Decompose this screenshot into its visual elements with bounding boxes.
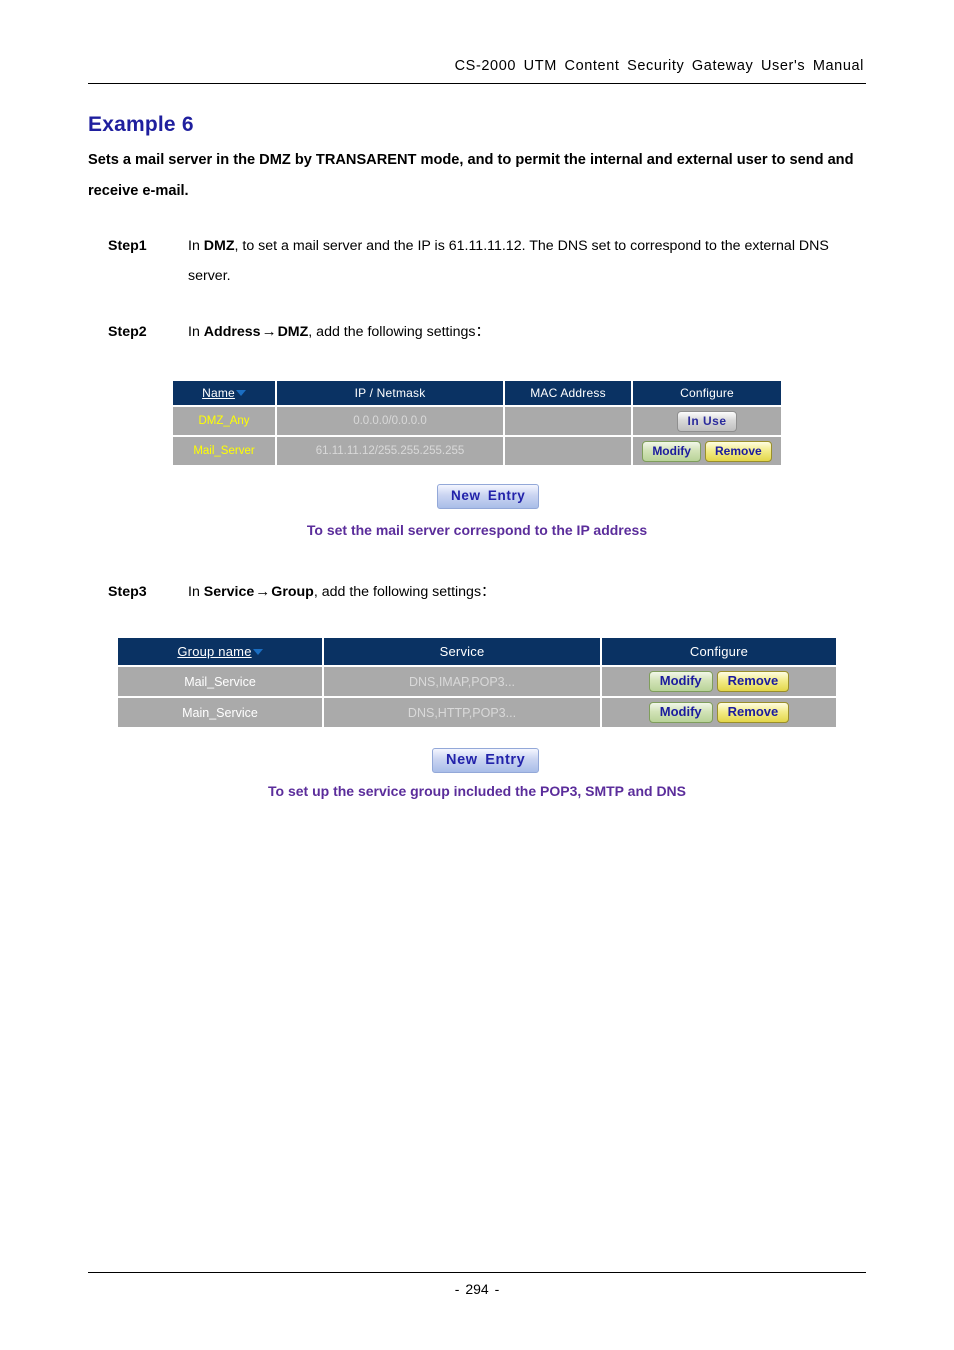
step-2-body: In Address→DMZ, add the following settin… [188,317,848,347]
page-header: CS-2000 UTM Content Security Gateway Use… [88,58,866,84]
column-header-group-name[interactable]: Group name [118,638,324,667]
step-2-bold-dmz: DMZ [277,324,309,340]
step-2-bold-address: Address [203,324,261,340]
page-number: - 294 - [454,1281,500,1297]
step-1-body: In DMZ, to set a mail server and the IP … [188,231,848,291]
remove-button[interactable]: Remove [716,671,790,692]
header-divider [88,83,866,84]
column-header-configure: Configure [633,381,781,407]
modify-button[interactable]: Modify [642,440,701,462]
table-row: Main_Service DNS,HTTP,POP3... Modify Remo… [118,698,836,727]
dmz-address-table: Name IP / Netmask MAC Address Configure … [173,381,781,465]
page-title: Example 6 [88,113,194,136]
sort-descending-caret-icon[interactable] [235,389,246,396]
column-header-service: Service [324,638,602,667]
column-header-mac-address: MAC Address [505,381,633,407]
step-1: Step1 In DMZ, to set a mail server and t… [108,231,848,291]
footer-divider [88,1272,866,1273]
step-2-text: , add the following settings： [308,324,490,340]
step-3: Step3 In Service→Group, add the followin… [108,577,848,607]
figure-caption-address: To set the mail server correspond to the… [306,522,648,538]
column-header-ip-netmask: IP / Netmask [277,381,505,407]
cell-service: DNS,HTTP,POP3... [324,698,602,727]
sort-link-name[interactable]: Name [202,386,235,400]
step-2: Step2 In Address→DMZ, add the following … [108,317,848,347]
new-entry-button-address[interactable]: New Entry [437,484,540,509]
cell-service: DNS,IMAP,POP3... [324,667,602,698]
cell-ip-netmask: 61.11.11.12/255.255.255.255 [277,437,505,465]
step-1-text: , to set a mail server and the IP is 61.… [188,238,829,284]
step-3-text: , add the following settings： [313,584,496,600]
step-3-bold-service: Service [203,584,255,600]
dmz-address-table-header-row: Name IP / Netmask MAC Address Configure [173,381,781,407]
cell-mac-address [505,407,633,437]
table-row: Mail_Server 61.11.11.12/255.255.255.255 … [173,437,781,465]
page-subtitle: Sets a mail server in the DMZ by TRANSAR… [88,152,854,199]
figure-caption-service: To set up the service group included the… [268,783,686,799]
remove-button[interactable]: Remove [704,440,772,462]
step-2-label: Step2 [108,324,147,340]
step-2-arrow-icon: → [261,323,277,340]
cell-configure: Modify Remove [602,698,836,727]
cell-mac-address [505,437,633,465]
cell-ip-netmask: 0.0.0.0/0.0.0.0 [277,407,505,437]
cell-configure: Modify Remove [602,667,836,698]
cell-name: DMZ_Any [173,407,277,437]
table-row: DMZ_Any 0.0.0.0/0.0.0.0 In Use [173,407,781,437]
modify-button[interactable]: Modify [648,671,713,692]
cell-configure: Modify Remove [633,437,781,465]
step-2-prefix: In [188,324,204,340]
step-1-bold-dmz: DMZ [203,238,235,254]
step-3-body: In Service→Group, add the following sett… [188,577,848,607]
step-1-prefix: In [188,238,204,254]
sort-descending-caret-icon[interactable] [252,648,263,655]
document-page: CS-2000 UTM Content Security Gateway Use… [0,0,954,1350]
service-group-table-header-row: Group name Service Configure [118,638,836,667]
step-1-label: Step1 [108,238,147,254]
service-group-table: Group name Service Configure Mail_Servic… [118,638,836,727]
table-row: Mail_Service DNS,IMAP,POP3... Modify Remo… [118,667,836,698]
cell-group-name: Main_Service [118,698,324,727]
step-3-arrow-icon: → [255,583,271,600]
modify-button[interactable]: Modify [648,702,713,723]
manual-title: CS-2000 UTM Content Security Gateway Use… [454,58,864,74]
cell-name: Mail_Server [173,437,277,465]
step-3-prefix: In [188,584,204,600]
cell-configure: In Use [633,407,781,437]
new-entry-button-service[interactable]: New Entry [432,748,540,773]
step-3-label: Step3 [108,584,147,600]
cell-group-name: Mail_Service [118,667,324,698]
column-header-configure: Configure [602,638,836,667]
in-use-button[interactable]: In Use [677,410,737,432]
remove-button[interactable]: Remove [716,702,790,723]
sort-link-group-name[interactable]: Group name [177,644,251,659]
step-3-bold-group: Group [271,584,314,600]
column-header-name[interactable]: Name [173,381,277,407]
